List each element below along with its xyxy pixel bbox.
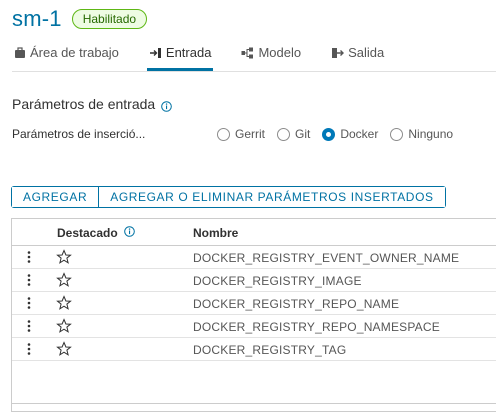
tab-label: Área de trabajo: [30, 45, 119, 60]
column-header-favorite-label: Destacado: [57, 226, 118, 240]
column-header-name: Nombre: [193, 226, 239, 240]
kebab-menu-icon[interactable]: [24, 342, 34, 356]
parameter-name: DOCKER_REGISTRY_TAG: [193, 343, 347, 357]
kebab-menu-icon[interactable]: [24, 296, 34, 310]
table-header: Destacado Nombre: [12, 219, 496, 246]
page-title: sm-1: [12, 6, 62, 31]
table-row: DOCKER_REGISTRY_REPO_NAME: [12, 292, 496, 315]
parameter-name: DOCKER_REGISTRY_EVENT_OWNER_NAME: [193, 251, 460, 265]
add-button[interactable]: AGREGAR: [12, 187, 99, 207]
tab-label: Salida: [348, 45, 385, 60]
radio-git[interactable]: [277, 127, 290, 141]
column-header-favorite: Destacado: [57, 226, 135, 240]
injection-parameters-label: Parámetros de inserció...: [12, 127, 146, 141]
radio-label-gerrit: Gerrit: [235, 127, 265, 141]
radio-label-docker: Docker: [340, 127, 379, 141]
star-icon[interactable]: [56, 295, 72, 311]
workspace-icon: [14, 46, 26, 59]
radio-option-git[interactable]: Git: [277, 127, 310, 141]
radio-none[interactable]: [390, 127, 404, 141]
header: sm-1 Habilitado: [12, 6, 148, 32]
tab-label: Entrada: [165, 45, 212, 60]
tab-label: Modelo: [258, 45, 302, 60]
radio-gerrit[interactable]: [217, 127, 230, 141]
radio-option-gerrit[interactable]: Gerrit: [217, 127, 265, 141]
table-row: DOCKER_REGISTRY_IMAGE: [12, 269, 496, 292]
tab-output[interactable]: Salida: [329, 43, 386, 71]
table-row: DOCKER_REGISTRY_REPO_NAMESPACE: [12, 315, 496, 338]
kebab-menu-icon[interactable]: [24, 250, 34, 264]
model-icon: [241, 47, 254, 59]
star-icon[interactable]: [56, 249, 72, 265]
output-icon: [331, 47, 345, 59]
table-body: DOCKER_REGISTRY_EVENT_OWNER_NAME DOCKER_…: [12, 246, 496, 361]
star-icon[interactable]: [56, 341, 72, 357]
tab-bar: Área de trabajo Entrada Modelo Salida: [12, 44, 496, 72]
star-icon[interactable]: [56, 318, 72, 334]
section-title: Parámetros de entrada: [12, 96, 173, 112]
kebab-menu-icon[interactable]: [24, 273, 34, 287]
table-row: DOCKER_REGISTRY_EVENT_OWNER_NAME: [12, 246, 496, 269]
info-icon[interactable]: [123, 226, 135, 240]
radio-option-docker[interactable]: Docker: [322, 127, 378, 141]
parameter-name: DOCKER_REGISTRY_REPO_NAME: [193, 297, 400, 311]
add-remove-injected-params-button[interactable]: AGREGAR O ELIMINAR PARÁMETROS INSERTADOS: [98, 187, 445, 207]
radio-label-git: Git: [295, 127, 311, 141]
radio-label-none: Ninguno: [408, 127, 454, 141]
section-title-text: Parámetros de entrada: [12, 96, 156, 112]
parameter-name: DOCKER_REGISTRY_REPO_NAMESPACE: [193, 320, 440, 334]
input-icon: [149, 47, 162, 59]
parameter-name: DOCKER_REGISTRY_IMAGE: [193, 274, 362, 288]
parameters-table: Destacado Nombre DOCKER_REGISTRY_EVENT_O…: [11, 218, 496, 412]
injection-parameters-row: Parámetros de inserció... Gerrit Git Doc…: [12, 127, 496, 141]
star-icon[interactable]: [56, 272, 72, 288]
action-button-group: AGREGAR AGREGAR O ELIMINAR PARÁMETROS IN…: [11, 186, 446, 208]
injection-radio-group: Gerrit Git Docker Ninguno: [217, 127, 453, 141]
radio-option-none[interactable]: Ninguno: [390, 127, 453, 141]
table-row: DOCKER_REGISTRY_TAG: [12, 338, 496, 361]
tab-input[interactable]: Entrada: [146, 43, 214, 71]
status-badge: Habilitado: [71, 9, 148, 29]
table-footer: [12, 403, 496, 411]
radio-docker[interactable]: [322, 127, 336, 141]
tab-workspace[interactable]: Área de trabajo: [12, 43, 121, 71]
tab-model[interactable]: Modelo: [239, 43, 303, 71]
info-icon[interactable]: [161, 99, 173, 112]
kebab-menu-icon[interactable]: [24, 319, 34, 333]
